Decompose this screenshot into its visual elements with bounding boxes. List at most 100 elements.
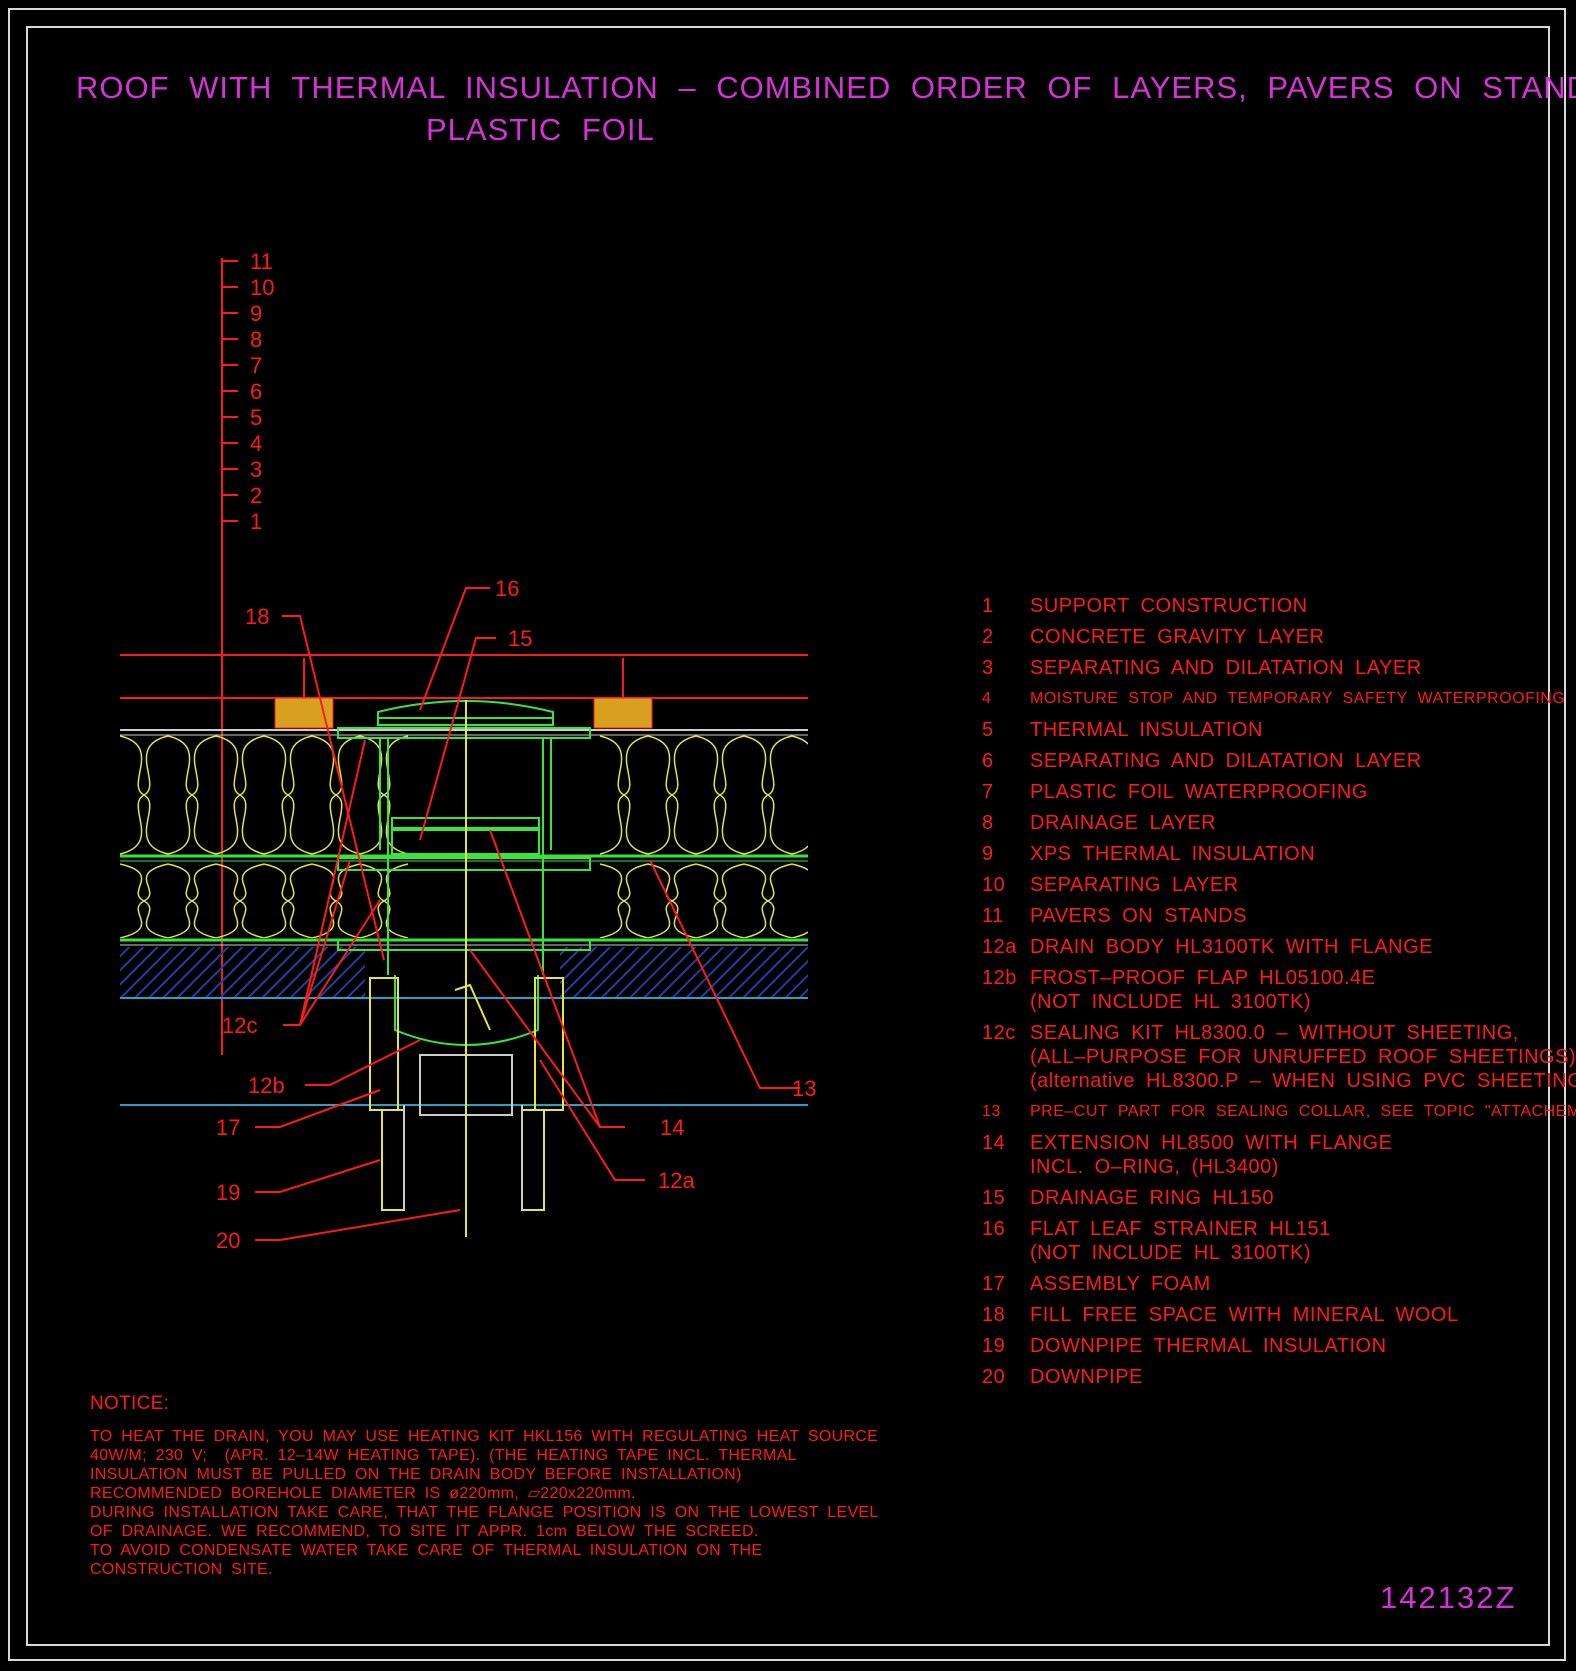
notice-line: CONSTRUCTION SITE. (90, 1561, 273, 1578)
insulation-curve (215, 863, 265, 938)
legend-text: PRE–CUT PART FOR SEALING COLLAR, SEE TOP… (1030, 1103, 1576, 1120)
insulation-curve (167, 863, 217, 938)
legend-row: 12c SEALING KIT HL8300.0 – WITHOUT SHEETI… (982, 1021, 1576, 1093)
legend-text: CONCRETE GRAVITY LAYER (1030, 626, 1325, 648)
scale-number: 7 (250, 353, 262, 378)
notice-line: TO HEAT THE DRAIN, YOU MAY USE HEATING K… (90, 1428, 879, 1445)
legend-number: 18 (982, 1304, 1006, 1326)
legend-row: 14 EXTENSION HL8500 WITH FLANGE INCL. O–R… (982, 1131, 1542, 1179)
legend-number: 6 (982, 750, 994, 772)
legend-row: 12b FROST–PROOF FLAP HL05100.4E (NOT INCL… (982, 966, 1542, 1014)
scale-number: 8 (250, 327, 262, 352)
legend-row: 10 SEPARATING LAYER (982, 873, 1542, 897)
legend-text: EXTENSION HL8500 WITH FLANGE INCL. O–RIN… (1030, 1132, 1393, 1178)
legend-number: 4 (982, 690, 992, 707)
notice: NOTICE: TO HEAT THE DRAIN, YOU MAY USE H… (90, 1393, 879, 1579)
notice-line: DURING INSTALLATION TAKE CARE, THAT THE … (90, 1504, 879, 1521)
notice-line: TO AVOID CONDENSATE WATER TAKE CARE OF T… (90, 1542, 763, 1559)
legend-number: 20 (982, 1366, 1006, 1388)
notice-line: INSULATION MUST BE PULLED ON THE DRAIN B… (90, 1466, 742, 1483)
legend-text: DOWNPIPE THERMAL INSULATION (1030, 1335, 1387, 1357)
legend-number: 7 (982, 781, 994, 803)
insulation-curve (791, 863, 808, 871)
downpipe-insulation-left (381, 1109, 405, 1211)
legend-text: PLASTIC FOIL WATERPROOFING (1030, 781, 1368, 803)
legend-number: 14 (982, 1132, 1006, 1154)
legend-text: PAVERS ON STANDS (1030, 905, 1247, 927)
scale-number: 3 (250, 457, 262, 482)
legend-row: 17 ASSEMBLY FOAM (982, 1272, 1542, 1296)
notice-line: 40W/M; 230 V; (APR. 12–14W HEATING TAPE)… (90, 1447, 797, 1464)
legend-text: ASSEMBLY FOAM (1030, 1273, 1211, 1295)
frost-flap (454, 983, 491, 1031)
notice-line: RECOMMENDED BOREHOLE DIAMETER IS ø220mm,… (90, 1485, 636, 1502)
legend-row: 18 FILL FREE SPACE WITH MINERAL WOOL (982, 1303, 1542, 1327)
legend-number: 15 (982, 1187, 1006, 1209)
legend-text: FROST–PROOF FLAP HL05100.4E (NOT INCLUDE… (1030, 967, 1376, 1013)
callout-15: 15 (508, 626, 532, 651)
legend-row: 19 DOWNPIPE THERMAL INSULATION (982, 1334, 1542, 1358)
insulation-curve (791, 735, 808, 745)
legend-text: SEPARATING LAYER (1030, 874, 1239, 896)
legend-row: 11 PAVERS ON STANDS (982, 904, 1542, 928)
callout-labels: 18 16 15 12c 12b 17 19 20 13 14 12a (216, 576, 816, 1253)
insulation-curve (215, 735, 265, 855)
insulation-curve (743, 863, 793, 938)
legend-text: DRAIN BODY HL3100TK WITH FLANGE (1030, 936, 1433, 958)
legend-number: 8 (982, 812, 994, 834)
legend-number: 12a (982, 936, 1017, 958)
insulation-curve (791, 845, 808, 855)
scale-number: 10 (250, 275, 274, 300)
legend-row: 16 FLAT LEAF STRAINER HL151 (NOT INCLUDE … (982, 1217, 1542, 1265)
callout-12a: 12a (658, 1168, 695, 1193)
notice-body: TO HEAT THE DRAIN, YOU MAY USE HEATING K… (90, 1427, 879, 1579)
legend-text: THERMAL INSULATION (1030, 719, 1263, 741)
callout-12b: 12b (248, 1073, 285, 1098)
legend-text: SUPPORT CONSTRUCTION (1030, 595, 1308, 617)
callout-19: 19 (216, 1180, 240, 1205)
insulation-curve (695, 735, 745, 855)
notice-line: OF DRAINAGE. WE RECOMMEND, TO SITE IT AP… (90, 1523, 759, 1540)
callout-20: 20 (216, 1228, 240, 1253)
insulation-curve (120, 863, 169, 938)
callout-14: 14 (660, 1115, 684, 1140)
thermal-insulation (120, 863, 808, 938)
insulation-curve (120, 735, 169, 855)
insulation-curve (167, 735, 217, 855)
legend-text: SEALING KIT HL8300.0 – WITHOUT SHEETING,… (1030, 1022, 1576, 1092)
insulation-curve (359, 863, 409, 938)
legend-row: 20 DOWNPIPE (982, 1365, 1542, 1389)
legend-text: FILL FREE SPACE WITH MINERAL WOOL (1030, 1304, 1459, 1326)
legend-number: 11 (982, 905, 1004, 927)
callout-13: 13 (792, 1076, 816, 1101)
legend-number: 1 (982, 595, 994, 617)
legend-row: 7 PLASTIC FOIL WATERPROOFING (982, 780, 1542, 804)
callout-leaders (255, 587, 800, 1241)
notice-heading: NOTICE: (90, 1393, 170, 1414)
insulation-curve (791, 931, 808, 938)
insulation-curve (599, 735, 649, 855)
callout-16: 16 (495, 576, 519, 601)
legend-text: DOWNPIPE (1030, 1366, 1143, 1388)
legend-row: 9 XPS THERMAL INSULATION (982, 842, 1542, 866)
pavers-layer (120, 654, 808, 736)
legend: 1 SUPPORT CONSTRUCTION 2 CONCRETE GRAVITY L… (982, 594, 1576, 1396)
scale-number: 1 (250, 509, 262, 534)
legend-row: 5 THERMAL INSULATION (982, 718, 1542, 742)
insulation-curve (359, 735, 409, 855)
xps-insulation (120, 735, 808, 855)
legend-number: 9 (982, 843, 994, 865)
legend-text: MOISTURE STOP AND TEMPORARY SAFETY WATER… (1030, 690, 1566, 707)
scale-number: 11 (250, 249, 273, 274)
scale-number: 5 (250, 405, 262, 430)
legend-row: 1 SUPPORT CONSTRUCTION (982, 594, 1542, 618)
legend-text: XPS THERMAL INSULATION (1030, 843, 1316, 865)
legend-number: 3 (982, 657, 994, 679)
callout-18: 18 (245, 604, 269, 629)
legend-row: 13 PRE–CUT PART FOR SEALING COLLAR, SEE T… (982, 1100, 1576, 1124)
insulation-curve (647, 863, 697, 938)
scale-number: 6 (250, 379, 262, 404)
insulation-curve (263, 735, 313, 855)
legend-row: 12a DRAIN BODY HL3100TK WITH FLANGE (982, 935, 1542, 959)
insulation-curve (647, 735, 697, 855)
